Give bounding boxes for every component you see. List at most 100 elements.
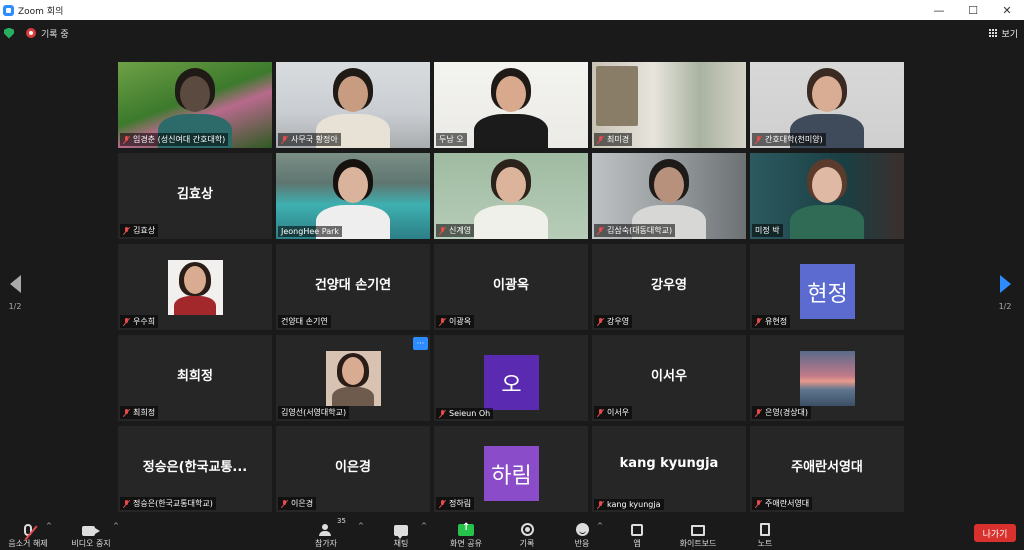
share-screen-label: 화면 공유	[450, 539, 482, 548]
whiteboard-icon	[691, 525, 705, 536]
person-face	[812, 167, 842, 203]
participant-tile[interactable]: 최희정 최희정	[118, 335, 272, 421]
participant-name: 김삼숙(대동대학교)	[607, 226, 673, 235]
participant-name: 이은경	[291, 499, 314, 508]
participant-nameplate: 신계영	[436, 224, 475, 237]
participant-tile[interactable]: 김효상 김효상	[118, 153, 272, 239]
participant-display-name: 이광옥	[493, 278, 529, 293]
participants-options-caret[interactable]: ^	[358, 522, 364, 530]
participant-tile[interactable]: 건양대 손기연 건양대 손기연	[276, 244, 430, 330]
maximize-button[interactable]: ☐	[956, 0, 990, 20]
mic-muted-icon	[123, 317, 130, 326]
participant-display-name: 주애란서영대	[791, 460, 863, 475]
participant-tile[interactable]: 은영(경상대)	[750, 335, 904, 421]
participant-display-name: 이은경	[335, 460, 371, 475]
participant-tile[interactable]: 사무국 황정아	[276, 62, 430, 148]
participant-tile[interactable]: 임경춘 (성신여대 간호대학)	[118, 62, 272, 148]
participant-nameplate: 은영(경상대)	[752, 406, 812, 419]
participant-name: 우수희	[133, 317, 156, 326]
next-page-button[interactable]: 1/2	[995, 275, 1015, 311]
audio-options-caret[interactable]: ^	[46, 522, 52, 530]
participant-nameplate: kang kyungja	[594, 499, 664, 510]
participants-button[interactable]: 35 참가자	[311, 517, 346, 550]
participant-display-name: 정승은(한국교통...	[142, 460, 248, 475]
view-button[interactable]: 보기	[989, 25, 1018, 41]
participant-tile[interactable]: 김삼숙(대동대학교)	[592, 153, 746, 239]
mic-muted-icon	[123, 135, 130, 144]
person-face	[496, 76, 526, 112]
participant-tile[interactable]: 최미경	[592, 62, 746, 148]
mic-muted-icon	[597, 317, 604, 326]
participant-name: 사무국 황정아	[291, 135, 338, 144]
participant-avatar: 현정	[800, 264, 855, 319]
participant-nameplate: 최희정	[120, 406, 159, 419]
participant-nameplate: 김효상	[120, 224, 159, 237]
close-button[interactable]: ✕	[990, 0, 1024, 20]
participant-tile[interactable]: 하림 정하림	[434, 426, 588, 512]
meeting-toolbar: 음소거 해제 ^ 비디오 중지 ^ 35 참가자 ^ 채팅 ^ 화면 공유 기록	[0, 514, 1024, 550]
participant-name: 최미경	[607, 135, 630, 144]
participant-name: 정하림	[449, 499, 472, 508]
mic-muted-icon	[439, 317, 446, 326]
participant-tile[interactable]: 이서우 이서우	[592, 335, 746, 421]
participant-display-name: 최희정	[177, 369, 213, 384]
mic-muted-icon	[755, 135, 762, 144]
mic-muted-icon	[755, 408, 762, 417]
participant-tile[interactable]: 이은경 이은경	[276, 426, 430, 512]
whiteboard-label: 화이트보드	[679, 539, 717, 548]
reactions-options-caret[interactable]: ^	[597, 522, 603, 530]
chat-button[interactable]: 채팅	[389, 519, 413, 550]
participant-tile[interactable]: 강우영 강우영	[592, 244, 746, 330]
participant-tile[interactable]: ··· 김영선(서영대학교)	[276, 335, 430, 421]
participant-tile[interactable]: 미정 박	[750, 153, 904, 239]
bookshelf	[596, 66, 638, 126]
participant-name: 건양대 손기연	[281, 317, 328, 326]
minimize-button[interactable]: —	[922, 0, 956, 20]
zoom-logo-icon	[3, 4, 14, 16]
participant-tile[interactable]: 신계영	[434, 153, 588, 239]
participant-tile[interactable]: kang kyungja kang kyungja	[592, 426, 746, 512]
participant-name: 강우영	[607, 317, 630, 326]
whiteboard-button[interactable]: 화이트보드	[676, 519, 720, 550]
participant-display-name: kang kyungja	[619, 456, 719, 471]
apps-button[interactable]: 앱	[627, 519, 647, 550]
prev-page-button[interactable]: 1/2	[5, 275, 25, 311]
video-options-caret[interactable]: ^	[113, 522, 119, 530]
reactions-button[interactable]: 반응	[570, 519, 594, 550]
person-body	[474, 205, 548, 239]
participant-tile[interactable]: 현정 유현정	[750, 244, 904, 330]
participant-nameplate: Seieun Oh	[436, 408, 494, 419]
participant-name: 신계영	[449, 226, 472, 235]
participant-tile[interactable]: 오 Seieun Oh	[434, 335, 588, 421]
participant-tile[interactable]: 두남 오	[434, 62, 588, 148]
participant-tile[interactable]: 간호대학(천미양)	[750, 62, 904, 148]
participant-nameplate: 두남 오	[436, 133, 467, 146]
participant-tile[interactable]: JeongHee Park	[276, 153, 430, 239]
record-label: 기록	[519, 539, 535, 548]
chat-icon	[394, 525, 408, 539]
participant-nameplate: 임경춘 (성신여대 간호대학)	[120, 133, 229, 146]
mic-muted-icon	[597, 135, 604, 144]
mic-muted-icon	[755, 499, 762, 508]
security-shield-icon[interactable]	[4, 27, 14, 39]
participant-tile[interactable]: 우수희	[118, 244, 272, 330]
reaction-smiley-icon	[575, 523, 589, 536]
mic-muted-icon	[123, 408, 130, 417]
unmute-button[interactable]: 음소거 해제	[6, 519, 50, 550]
chat-options-caret[interactable]: ^	[421, 522, 427, 530]
leave-button[interactable]: 나가기	[974, 524, 1016, 542]
share-screen-button[interactable]: 화면 공유	[446, 519, 486, 550]
record-button[interactable]: 기록	[515, 519, 539, 550]
more-options-button[interactable]: ···	[413, 337, 428, 350]
stop-video-button[interactable]: 비디오 중지	[68, 519, 114, 550]
participant-nameplate: 이은경	[278, 497, 317, 510]
participant-tile[interactable]: 주애란서영대 주애란서영대	[750, 426, 904, 512]
notes-button[interactable]: 노트	[755, 519, 775, 550]
participant-tile[interactable]: 정승은(한국교통... 정승은(한국교통대학교)	[118, 426, 272, 512]
window-title: Zoom 회의	[18, 6, 64, 17]
participant-gallery: 임경춘 (성신여대 간호대학) 사무국 황정아 두남 오 최미경 간호대학(천미양) 김효…	[118, 62, 904, 512]
participant-profile-photo	[168, 260, 223, 315]
person-body	[790, 205, 864, 239]
page-indicator-left: 1/2	[8, 302, 22, 311]
participant-tile[interactable]: 이광옥 이광옥	[434, 244, 588, 330]
